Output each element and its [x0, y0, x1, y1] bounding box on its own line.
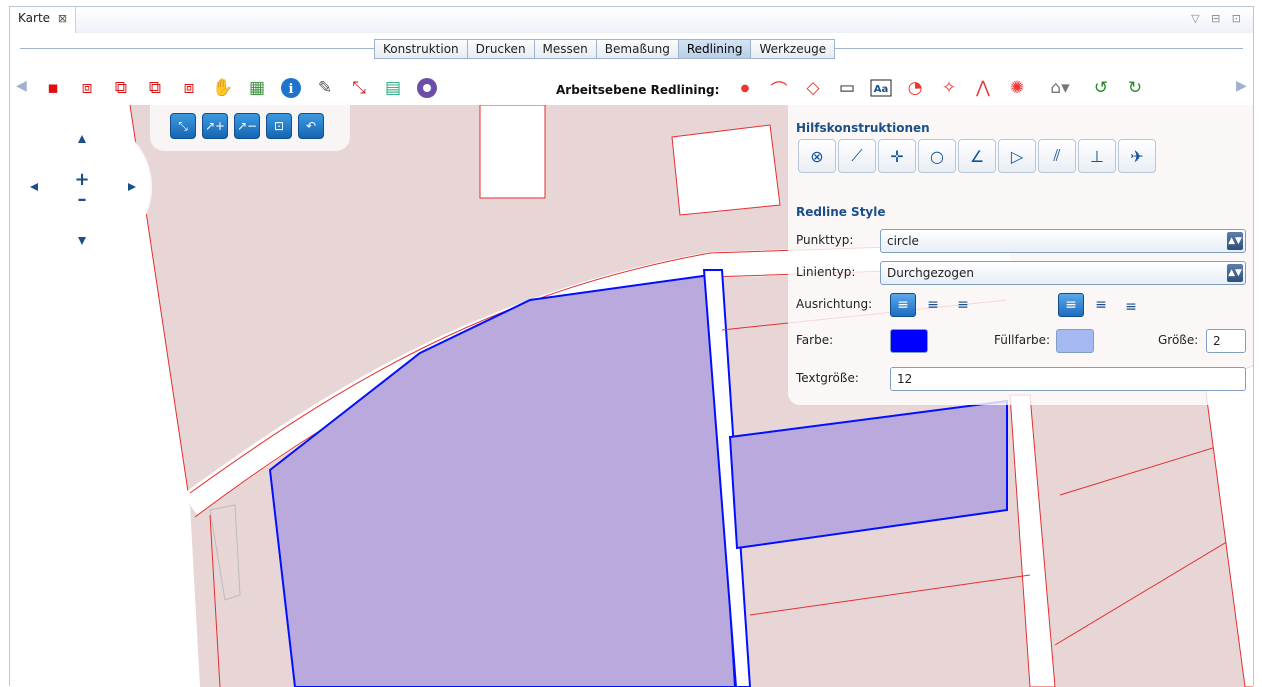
punkttyp-value: circle [887, 234, 919, 248]
farbe-color-swatch[interactable] [890, 329, 928, 353]
zoom-back-icon[interactable]: ↶ [298, 113, 324, 139]
zoom-out-icon[interactable]: ↗− [234, 113, 260, 139]
tab-messen[interactable]: Messen [534, 40, 597, 58]
chevron-down-icon: ▲▼ [1227, 264, 1243, 282]
fuellfarbe-label: Füllfarbe: [994, 333, 1051, 347]
fuellfarbe-color-swatch[interactable] [1056, 329, 1094, 353]
perpendicular-icon[interactable]: ⊥ [1078, 139, 1116, 173]
scroll-left-icon[interactable]: ◀ [16, 78, 27, 94]
linientyp-select[interactable]: Durchgezogen ▲▼ [880, 261, 1246, 285]
helper-tools-row: ⊗ ⟋ ✛ ○ ∠ ▷ ⫽ ⊥ ✈ [798, 139, 1158, 173]
zoom-toolbar: ⤡ ↗+ ↗− ⊡ ↶ [150, 105, 350, 151]
redlining-layer-label: Arbeitsebene Redlining: [556, 83, 720, 97]
tab-karte[interactable]: Karte ⊠ [10, 7, 77, 33]
undo-icon[interactable]: ↺ [1088, 76, 1114, 100]
tab-drucken[interactable]: Drucken [467, 40, 535, 58]
redline-panel: Hilfskonstruktionen ⊗ ⟋ ✛ ○ ∠ ▷ ⫽ ⊥ ✈ Redline St… [788, 105, 1253, 405]
map-window: Karte ⊠ ▽ ⊟ ⊡ Konstruktion Drucken Messe… [9, 6, 1254, 687]
parallel-icon[interactable]: ⫽ [1038, 139, 1076, 173]
tab-title: Karte [18, 11, 51, 25]
align-center-icon[interactable]: ≡ [920, 293, 946, 317]
angle-line-icon[interactable]: ∠ [958, 139, 996, 173]
close-icon[interactable]: ⊠ [58, 12, 67, 25]
tab-redlining[interactable]: Redlining [678, 40, 752, 58]
svg-text:i: i [289, 82, 294, 97]
zoom-box-icon[interactable]: ⤡ [170, 113, 196, 139]
select-layer-icon[interactable]: ▪ [40, 76, 66, 100]
satellite-icon[interactable]: ✈ [1118, 139, 1156, 173]
circle-outline-icon[interactable]: ○ [918, 139, 956, 173]
info-icon[interactable]: i [278, 76, 304, 100]
menu-bar: Konstruktion Drucken Messen Bemaßung Red… [374, 39, 836, 59]
svg-text:Aa: Aa [874, 84, 889, 95]
valign-top-icon[interactable]: ≡ [1058, 293, 1084, 317]
tab-konstruktion[interactable]: Konstruktion [375, 40, 468, 58]
snap-dropdown-icon[interactable]: ⌂▾ [1040, 76, 1080, 100]
move-icon[interactable]: ⤡ [346, 76, 372, 100]
select-remove-icon[interactable]: ⧉ [142, 76, 168, 100]
edit-icon[interactable]: ✎ [312, 76, 338, 100]
parcel-right [728, 399, 1008, 550]
navigation-wheel[interactable]: + – [10, 105, 160, 265]
redline-style-title: Redline Style [796, 205, 886, 219]
zoom-in-text: + [74, 169, 89, 190]
groesse-label: Größe: [1158, 333, 1199, 347]
circle-icon[interactable]: ◔ [902, 76, 928, 100]
layer-tool-icon[interactable]: ▤ [380, 76, 406, 100]
ausrichtung-label: Ausrichtung: [796, 297, 873, 311]
hilfskonstruktionen-title: Hilfskonstruktionen [796, 121, 930, 135]
zoom-in-icon[interactable]: ↗+ [202, 113, 228, 139]
redo-icon[interactable]: ↻ [1122, 76, 1148, 100]
farbe-label: Farbe: [796, 333, 834, 347]
pan-hand-icon[interactable]: ✋ [210, 76, 236, 100]
linientyp-label: Linientyp: [796, 265, 856, 279]
toolbar: ◀ ▪ ⧈ ⧉ ⧉ ⧈ ✋ ▦ i ✎ ⤡ ▤ Arbeitsebene Red… [10, 65, 1253, 105]
align-right-icon[interactable]: ≡ [950, 293, 976, 317]
align-left-icon[interactable]: ≡ [890, 293, 916, 317]
punkttyp-select[interactable]: circle ▲▼ [880, 229, 1246, 253]
table-icon[interactable]: ▦ [244, 76, 270, 100]
chevron-down-icon: ▲▼ [1227, 232, 1243, 250]
scroll-right-icon[interactable]: ▶ [1236, 78, 1247, 94]
window-controls[interactable]: ▽ ⊟ ⊡ [1191, 12, 1245, 25]
punkttyp-label: Punkttyp: [796, 233, 854, 247]
valign-middle-icon[interactable]: ≡ [1088, 293, 1114, 317]
linientyp-value: Durchgezogen [887, 266, 974, 280]
building-plot-2 [671, 124, 781, 216]
polygon-icon[interactable]: ◇ [800, 76, 826, 100]
title-bar: Karte ⊠ ▽ ⊟ ⊡ [10, 7, 1253, 33]
textgroesse-input[interactable]: 12 [890, 367, 1246, 391]
freehand-icon[interactable]: ✧ [936, 76, 962, 100]
groesse-input[interactable]: 2 [1206, 329, 1246, 353]
zoom-extent-icon[interactable]: ⊡ [266, 113, 292, 139]
polyline-icon[interactable]: ⌒ [766, 76, 792, 101]
rectangle-icon[interactable]: ▭ [834, 76, 860, 100]
map-canvas[interactable]: + – ⤡ ↗+ ↗− ⊡ ↶ Hilfskonstruktionen ⊗ ⟋ ✛ ○… [10, 105, 1253, 687]
textgroesse-label: Textgröße: [796, 371, 859, 385]
circle-tool-icon[interactable] [414, 76, 440, 100]
tab-bemassung[interactable]: Bemaßung [596, 40, 679, 58]
building-plot [479, 105, 546, 199]
tab-werkzeuge[interactable]: Werkzeuge [751, 40, 835, 58]
select-clear-icon[interactable]: ⧈ [176, 76, 202, 100]
triangle-icon[interactable]: ▷ [998, 139, 1036, 173]
text-icon[interactable]: Aa [868, 76, 894, 100]
select-add-icon[interactable]: ⧉ [108, 76, 134, 100]
angle-icon[interactable]: ⋀ [970, 76, 996, 100]
select-multi-icon[interactable]: ⧈ [74, 76, 100, 100]
snap-icon[interactable]: ⊗ [798, 139, 836, 173]
point-cross-icon[interactable]: ✛ [878, 139, 916, 173]
bubble-icon[interactable]: ✺ [1004, 76, 1030, 100]
line-icon[interactable]: ⟋ [838, 139, 876, 173]
zoom-out-text: – [78, 189, 87, 210]
valign-bottom-icon[interactable]: ≡ [1118, 295, 1144, 319]
point-icon[interactable]: ● [732, 76, 758, 100]
